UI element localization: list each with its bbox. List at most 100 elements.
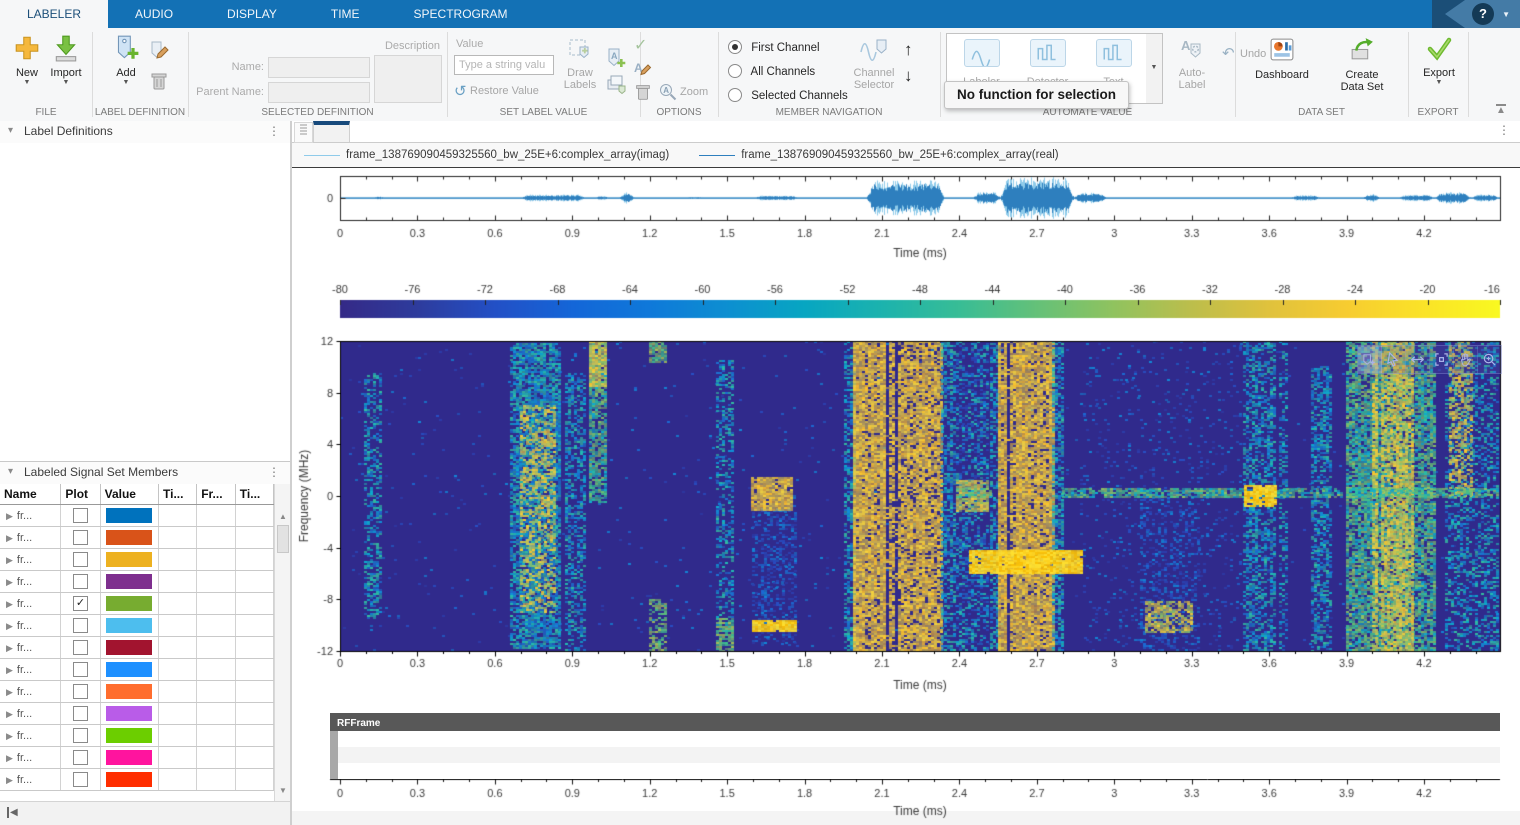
tab-time[interactable]: TIME [304, 0, 387, 28]
accept-icon[interactable]: ✓ [634, 35, 647, 55]
channel-selector-button[interactable]: Channel Selector [852, 34, 896, 91]
plot-checkbox[interactable] [73, 706, 88, 721]
definitions-menu-icon[interactable]: ⋮ [268, 124, 280, 138]
table-row[interactable]: ▶fr... [0, 615, 274, 637]
collapse-ribbon-button[interactable]: ▲ [1496, 104, 1506, 116]
dashboard-button[interactable]: Dashboard [1250, 36, 1314, 81]
plot-checkbox[interactable] [73, 750, 88, 765]
expander-icon[interactable]: ▶ [2, 753, 17, 763]
plot-checkbox[interactable] [73, 552, 88, 567]
plot-checkbox[interactable] [73, 684, 88, 699]
help-dropdown-icon[interactable]: ▼ [1502, 10, 1510, 19]
pan-horizontal-tool-icon[interactable] [1406, 346, 1430, 373]
pan-hand-tool-icon[interactable] [1454, 346, 1478, 373]
expander-icon[interactable]: ▶ [2, 555, 17, 565]
label-definitions-header[interactable]: ▾ Label Definitions ⋮ [0, 121, 290, 144]
column-header[interactable]: Ti... [159, 484, 197, 505]
plot-checkbox[interactable]: ✓ [73, 596, 88, 611]
table-row[interactable]: ▶fr... [0, 637, 274, 659]
expander-icon[interactable]: ▶ [2, 511, 17, 521]
new-button[interactable]: New ▼ [8, 34, 46, 86]
tab-display[interactable]: DISPLAY [200, 0, 304, 28]
plot-checkbox[interactable] [73, 772, 88, 787]
column-header[interactable]: Ti... [235, 484, 273, 505]
edit-value-button[interactable]: A [632, 58, 652, 83]
scroll-up-icon[interactable]: ▲ [275, 512, 291, 521]
create-dataset-button[interactable]: Create Data Set [1326, 36, 1398, 93]
radio-all-channels[interactable]: All Channels [728, 62, 815, 80]
import-dropdown-icon[interactable]: ▼ [46, 79, 86, 86]
zoom-in-tool-icon[interactable] [1478, 346, 1501, 373]
panorama-body[interactable] [338, 731, 1500, 779]
plot-checkbox[interactable] [73, 508, 88, 523]
expander-icon[interactable]: ▶ [2, 709, 17, 719]
import-button[interactable]: Import ▼ [46, 34, 86, 86]
table-row[interactable]: ▶fr... [0, 571, 274, 593]
figure-grip-icon[interactable] [294, 122, 313, 143]
new-dropdown-icon[interactable]: ▼ [8, 79, 46, 86]
value-input[interactable] [454, 55, 554, 75]
table-row[interactable]: ▶fr... [0, 769, 274, 791]
tab-spectrogram[interactable]: SPECTROGRAM [387, 0, 535, 28]
tab-audio[interactable]: AUDIO [108, 0, 200, 28]
plot-checkbox[interactable] [73, 728, 88, 743]
figure-menu-icon[interactable]: ⋮ [1498, 123, 1510, 137]
expander-icon[interactable]: ▶ [2, 599, 17, 609]
figure-tab[interactable] [313, 121, 350, 142]
restore-view-tool-icon[interactable] [1430, 346, 1454, 373]
expander-icon[interactable]: ▶ [2, 533, 17, 543]
restore-value-button[interactable]: Restore Value [470, 85, 539, 97]
radio-selected-channels[interactable]: Selected Channels [728, 86, 848, 104]
table-row[interactable]: ▶fr... [0, 549, 274, 571]
plot-checkbox[interactable] [73, 640, 88, 655]
table-row[interactable]: ▶fr... [0, 527, 274, 549]
expander-icon[interactable]: ▶ [2, 577, 17, 587]
table-scrollbar[interactable]: ▲ ▼ [274, 484, 291, 801]
spectrogram-plot[interactable] [292, 329, 1520, 699]
table-row[interactable]: ▶fr...✓ [0, 593, 274, 615]
panorama-header[interactable]: RFFrame [330, 713, 1500, 731]
radio-first-channel[interactable]: First Channel [728, 38, 820, 56]
table-row[interactable]: ▶fr... [0, 659, 274, 681]
help-button[interactable]: ? [1472, 3, 1494, 25]
auto-label-button[interactable]: A Auto- Label [1172, 36, 1212, 91]
column-header[interactable]: Plot [61, 484, 100, 505]
column-header[interactable]: Name [0, 484, 61, 505]
label-tag-tool-icon[interactable] [1358, 346, 1382, 373]
zoom-button[interactable]: A [658, 82, 678, 107]
tab-labeler[interactable]: LABELER [0, 0, 108, 28]
draw-labels-button[interactable]: Draw Labels [562, 36, 598, 91]
collapse-members-icon[interactable]: ▾ [8, 466, 13, 477]
members-header[interactable]: ▾ Labeled Signal Set Members ⋮ [0, 461, 290, 485]
expander-icon[interactable]: ▶ [2, 731, 17, 741]
table-row[interactable]: ▶fr... [0, 703, 274, 725]
next-member-button[interactable]: ↓ [904, 66, 913, 86]
edit-label-button[interactable] [148, 40, 170, 67]
expander-icon[interactable]: ▶ [2, 687, 17, 697]
collapse-panel-icon[interactable]: ◀ [7, 807, 18, 818]
plot-checkbox[interactable] [73, 530, 88, 545]
previous-member-button[interactable]: ↑ [904, 40, 913, 60]
add-label-button[interactable]: Add ▼ [106, 34, 146, 86]
table-row[interactable]: ▶fr... [0, 747, 274, 769]
expander-icon[interactable]: ▶ [2, 665, 17, 675]
add-sublabel-button[interactable]: A [604, 46, 628, 75]
column-header[interactable]: Value [100, 484, 158, 505]
expander-icon[interactable]: ▶ [2, 621, 17, 631]
plot-checkbox[interactable] [73, 574, 88, 589]
table-row[interactable]: ▶fr... [0, 505, 274, 527]
scroll-thumb[interactable] [277, 525, 289, 553]
collapse-definitions-icon[interactable]: ▾ [8, 125, 13, 136]
plot-checkbox[interactable] [73, 618, 88, 633]
delete-value-button[interactable] [633, 82, 653, 107]
export-dropdown-icon[interactable]: ▼ [1414, 79, 1464, 86]
expander-icon[interactable]: ▶ [2, 643, 17, 653]
delete-label-button[interactable] [148, 70, 170, 97]
export-button[interactable]: Export ▼ [1414, 36, 1464, 86]
panorama-handle[interactable] [330, 731, 338, 779]
restore-value-icon[interactable]: ↺ [454, 82, 467, 100]
add-label-dropdown-icon[interactable]: ▼ [106, 79, 146, 86]
cursor-tool-icon[interactable] [1382, 346, 1406, 373]
table-row[interactable]: ▶fr... [0, 725, 274, 747]
plot-checkbox[interactable] [73, 662, 88, 677]
